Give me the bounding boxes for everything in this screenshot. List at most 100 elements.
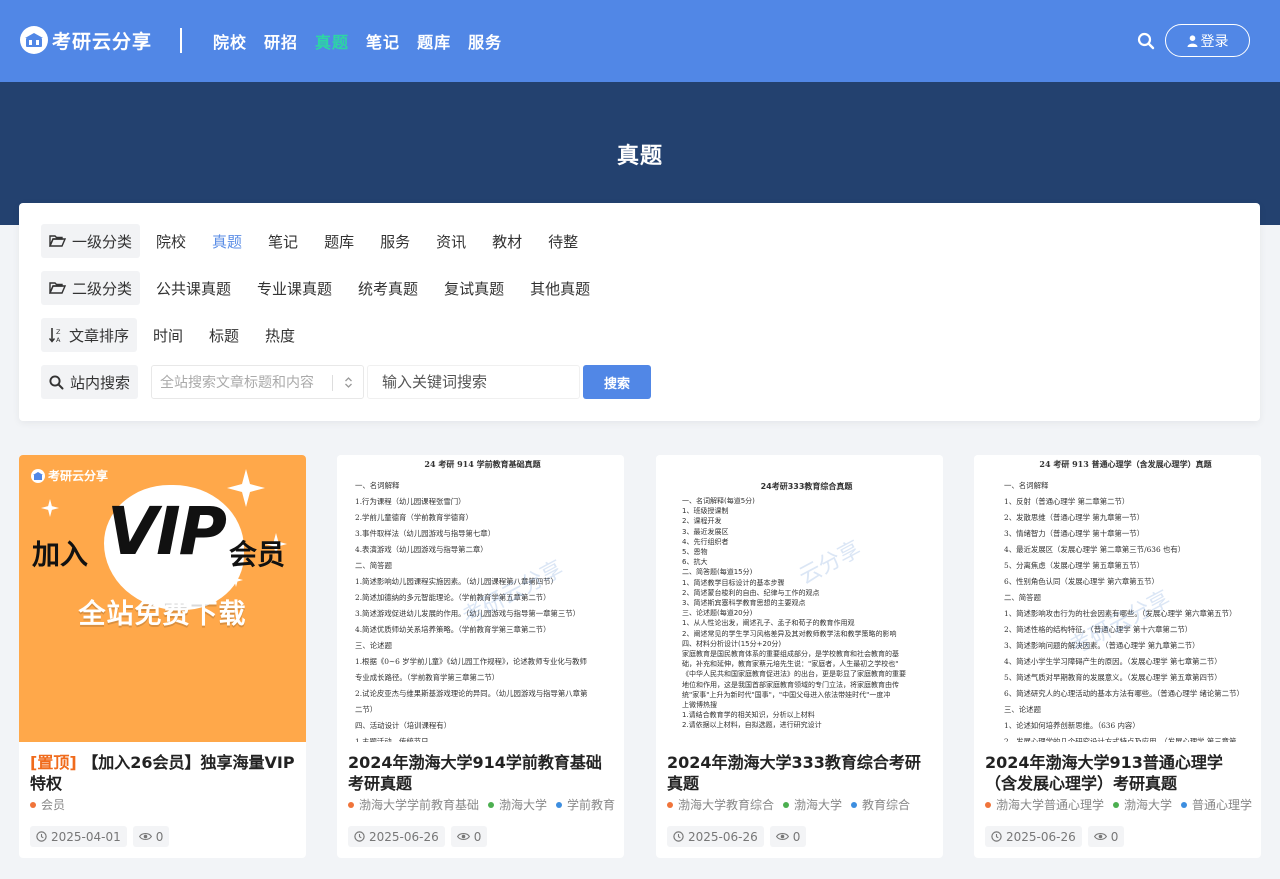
document-line: 2、发展心理学的几个研究设计方式特点及应用。（发展心理学 第三章第 xyxy=(1004,737,1237,742)
nav-item-services[interactable]: 服务 xyxy=(468,29,502,53)
filter-row-level2: 二级分类 公共课真题 专业课真题 统考真题 复试真题 其他真题 xyxy=(41,271,616,305)
tag-dot xyxy=(985,801,991,808)
tag-dot xyxy=(556,801,563,808)
article-tag[interactable]: 会员 xyxy=(30,796,65,813)
article-tags: 渤海大学学前教育基础 渤海大学 学前教育 xyxy=(348,796,620,813)
logo-icon xyxy=(31,468,45,483)
filter-option-retest[interactable]: 复试真题 xyxy=(444,278,504,299)
article-tag[interactable]: 渤海大学 xyxy=(783,796,842,813)
filter-option-past-papers[interactable]: 真题 xyxy=(212,231,242,252)
nav-item-notes[interactable]: 笔记 xyxy=(366,29,400,53)
filter-option-notes[interactable]: 笔记 xyxy=(268,231,298,252)
filter-option-question-bank[interactable]: 题库 xyxy=(324,231,354,252)
clock-icon xyxy=(673,831,684,842)
document-line: 一、名词解释 xyxy=(1004,481,1049,490)
article-tag[interactable]: 普通心理学 xyxy=(1181,796,1252,813)
filter-option-services[interactable]: 服务 xyxy=(380,231,410,252)
sort-option-popularity[interactable]: 热度 xyxy=(265,325,295,346)
keyword-input[interactable] xyxy=(367,365,581,399)
article-card[interactable]: 考研云分享 VIP 加入 会员 全站免费下载 [置顶] 【加入26会员】独享海量… xyxy=(19,455,306,858)
document-line: 家庭教育是国民教育体系的重要组成部分，是学校教育和社会教育的基 xyxy=(682,650,899,659)
document-line: 一、名词解释(每道5分) xyxy=(682,497,755,505)
tag-dot xyxy=(488,801,495,808)
nav-item-admissions[interactable]: 研招 xyxy=(264,29,298,53)
document-line: 一、名词解释 xyxy=(355,481,400,490)
article-title[interactable]: [置顶] 【加入26会员】独享海量VIP特权 xyxy=(30,752,298,794)
article-thumbnail[interactable]: 24考研333教育综合真题 一、名词解释(每道5分) 1、班级授课制 2、课程开发 3… xyxy=(656,455,943,742)
article-tag[interactable]: 渤海大学 xyxy=(488,796,547,813)
filter-row-sort: ZA 文章排序 时间 标题 热度 xyxy=(41,318,321,352)
nav-item-institutions[interactable]: 院校 xyxy=(213,29,247,53)
header-divider xyxy=(180,28,182,53)
select-arrows-icon xyxy=(345,377,352,388)
filter-option-pending[interactable]: 待整 xyxy=(548,231,578,252)
filter-label-text: 二级分类 xyxy=(72,279,133,298)
clock-icon xyxy=(36,831,47,842)
tag-label: 渤海大学 xyxy=(794,798,843,812)
search-scope-select[interactable]: 全站搜索文章标题和内容 xyxy=(151,365,365,399)
folder-open-icon xyxy=(49,235,66,247)
article-title[interactable]: 2024年渤海大学913普通心理学（含发展心理学）考研真题 xyxy=(985,752,1253,794)
sort-option-time[interactable]: 时间 xyxy=(153,325,183,346)
document-line: 三、论述题 xyxy=(355,641,392,650)
eye-icon xyxy=(775,833,789,840)
tag-dot xyxy=(783,801,790,808)
sparkle-icon xyxy=(227,469,265,507)
filter-option-news[interactable]: 资讯 xyxy=(436,231,466,252)
tag-dot xyxy=(1113,801,1120,808)
vip-word: VIP xyxy=(107,493,227,570)
pinned-badge: [置顶] xyxy=(30,753,77,772)
filter-option-unified-exam[interactable]: 统考真题 xyxy=(358,278,418,299)
document-line: 三、论述题 xyxy=(1004,705,1041,714)
tag-label: 渤海大学 xyxy=(1124,798,1173,812)
article-thumbnail[interactable]: 24 考研 914 学前教育基础真题 一、名词解释 1.行为课程（幼儿园课程张雪门… xyxy=(337,455,624,742)
document-line: 三、论述题(每道20分) xyxy=(682,609,753,618)
article-card[interactable]: 24 考研 913 普通心理学（含发展心理学）真题 一、名词解释 1、反射（普通心… xyxy=(974,455,1261,858)
document-line: 1、论述如何培养创新思维。（636 内容） xyxy=(1004,721,1140,730)
article-tag[interactable]: 教育综合 xyxy=(851,796,910,813)
sort-option-title[interactable]: 标题 xyxy=(209,325,239,346)
article-tag[interactable]: 学前教育 xyxy=(556,796,615,813)
article-title[interactable]: 2024年渤海大学914学前教育基础考研真题 xyxy=(348,752,616,794)
article-card[interactable]: 24考研333教育综合真题 一、名词解释(每道5分) 1、班级授课制 2、课程开发 3… xyxy=(656,455,943,858)
nav-item-question-bank[interactable]: 题库 xyxy=(417,29,451,53)
document-preview: 24 考研 913 普通心理学（含发展心理学）真题 一、名词解释 1、反射（普通心… xyxy=(974,455,1261,742)
filter-option-institutions[interactable]: 院校 xyxy=(156,231,186,252)
document-line: 1、从人性论出发，阐述孔子、孟子和荀子的教育作用观 xyxy=(682,619,855,628)
top-header: 考研云分享 院校 研招 真题 笔记 题库 服务 登录 xyxy=(0,0,1280,82)
article-thumbnail[interactable]: 考研云分享 VIP 加入 会员 全站免费下载 xyxy=(19,455,306,742)
filter-option-textbooks[interactable]: 教材 xyxy=(492,231,522,252)
filter-option-major-course[interactable]: 专业课真题 xyxy=(257,278,332,299)
article-tag[interactable]: 渤海大学 xyxy=(1113,796,1172,813)
article-title[interactable]: 2024年渤海大学333教育综合考研真题 xyxy=(667,752,935,794)
date-chip: 2025-04-01 xyxy=(30,826,127,847)
article-date: 2025-06-26 xyxy=(369,829,439,844)
search-icon[interactable] xyxy=(1137,32,1155,50)
date-chip: 2025-06-26 xyxy=(985,826,1082,847)
document-line: 四、材料分析设计(15分+20分) xyxy=(682,639,782,648)
login-label: 登录 xyxy=(1200,33,1229,50)
view-count: 0 xyxy=(792,829,801,844)
login-button[interactable]: 登录 xyxy=(1165,24,1250,57)
search-submit-button[interactable]: 搜索 xyxy=(583,365,652,399)
site-logo[interactable]: 考研云分享 xyxy=(20,26,152,54)
document-line: 5、分离焦虑（发展心理学 第五章第五节） xyxy=(1004,561,1145,570)
select-separator xyxy=(332,375,334,391)
article-tag[interactable]: 渤海大学学前教育基础 xyxy=(348,796,479,813)
filter-label-text: 站内搜索 xyxy=(70,373,131,392)
document-line: 5、简述气质对早期教育的发展意义。（发展心理学 第五章第四节） xyxy=(1004,673,1222,682)
article-tag[interactable]: 渤海大学教育综合 xyxy=(667,796,774,813)
document-line: 1.请结合教育学的相关知识，分析以上材料 xyxy=(682,711,815,720)
tag-label: 渤海大学学前教育基础 xyxy=(359,798,480,812)
view-count: 0 xyxy=(473,829,482,844)
filter-option-public-course[interactable]: 公共课真题 xyxy=(156,278,231,299)
view-count: 0 xyxy=(1110,829,1119,844)
filter-option-other[interactable]: 其他真题 xyxy=(530,278,590,299)
nav-item-past-papers[interactable]: 真题 xyxy=(315,29,349,53)
views-chip: 0 xyxy=(132,826,170,847)
article-tag[interactable]: 渤海大学普通心理学 xyxy=(985,796,1104,813)
article-thumbnail[interactable]: 24 考研 913 普通心理学（含发展心理学）真题 一、名词解释 1、反射（普通心… xyxy=(974,455,1261,742)
article-card[interactable]: 24 考研 914 学前教育基础真题 一、名词解释 1.行为课程（幼儿园课程张雪门… xyxy=(337,455,624,858)
document-line: 2.学前儿童德育（学前教育学德育） xyxy=(355,513,473,522)
document-line: 上微博热搜 xyxy=(682,701,717,710)
